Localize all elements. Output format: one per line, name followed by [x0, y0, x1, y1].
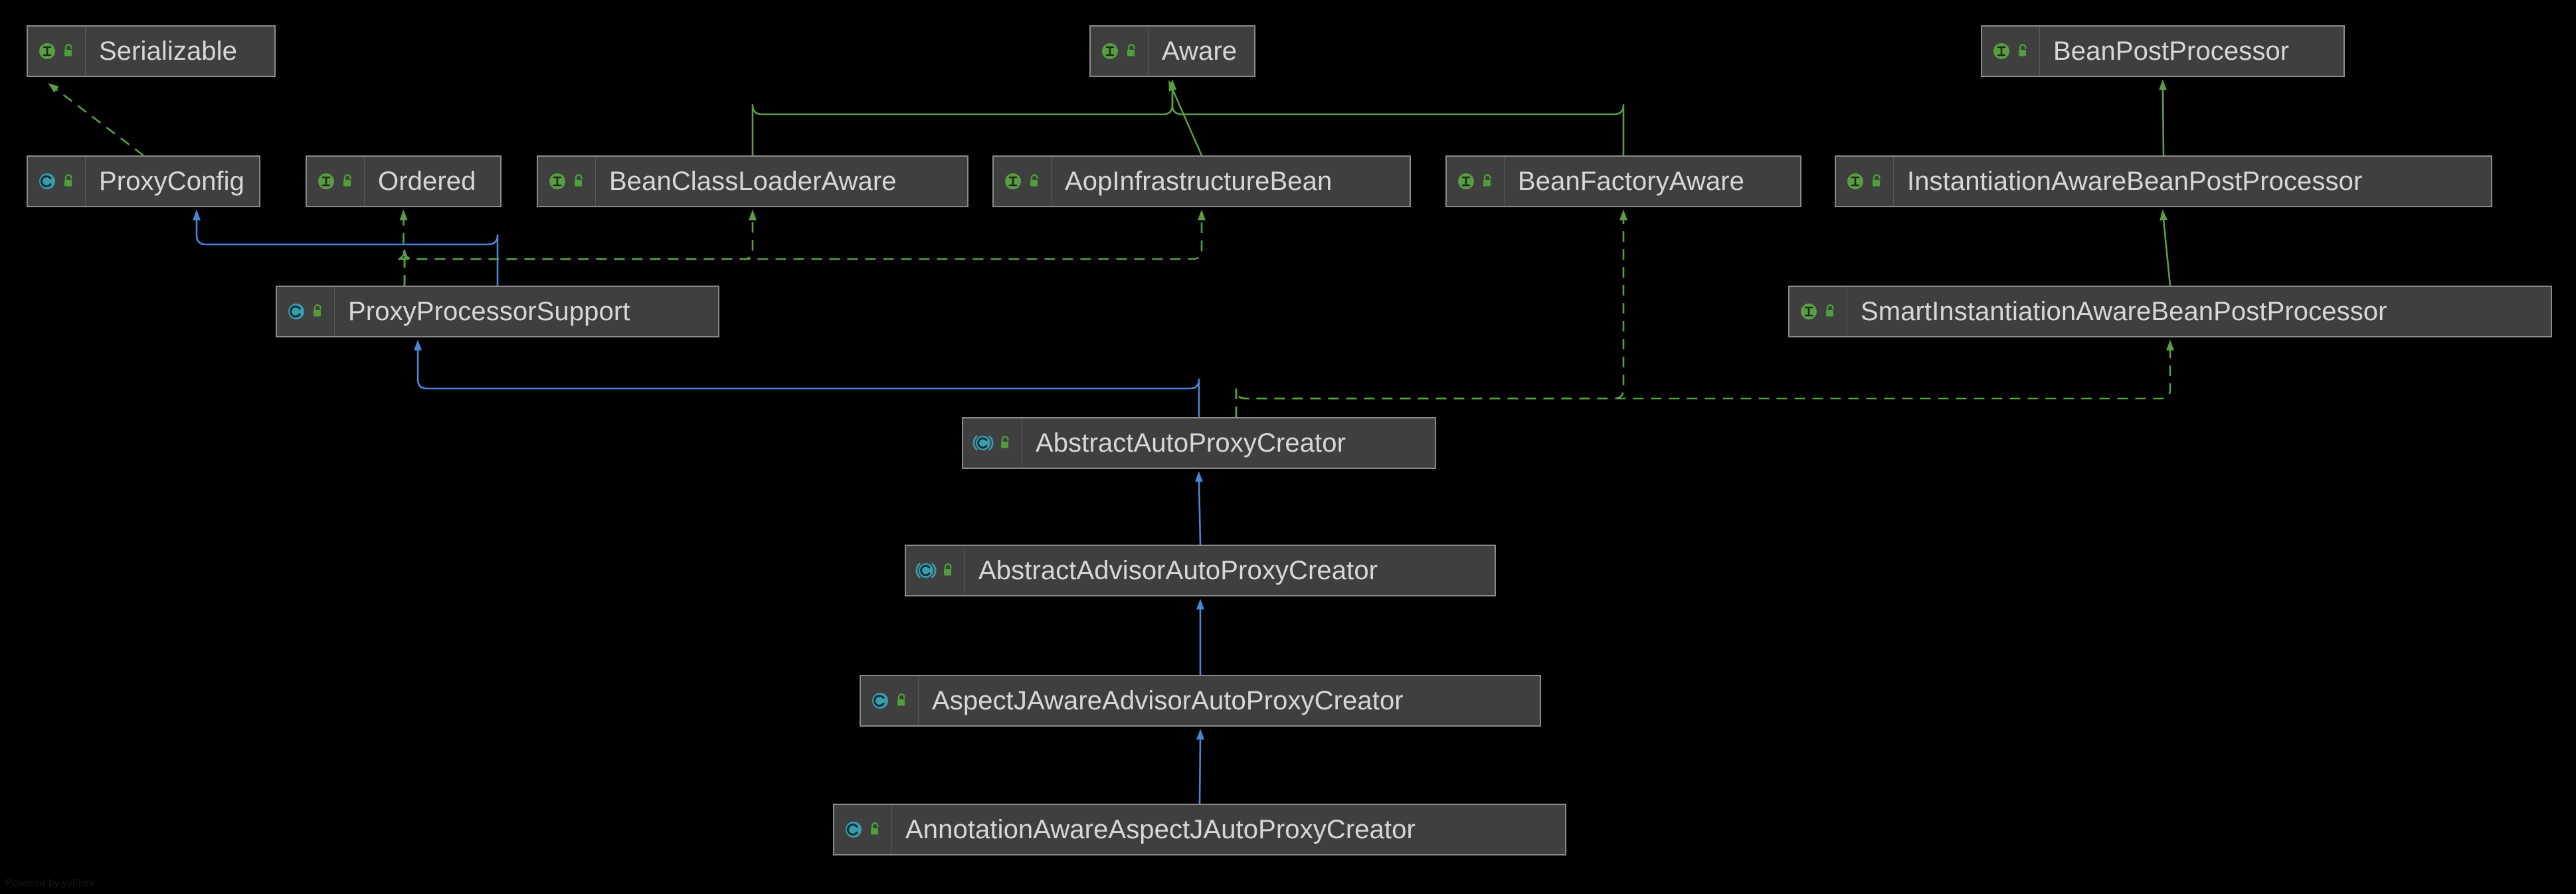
unlocked-padlock-icon [998, 435, 1013, 451]
interface-icon [1845, 171, 1865, 191]
edge-proxyprocessorsupport-implements-aopinfrastructurebean [403, 209, 1206, 286]
class-node-label: BeanFactoryAware [1518, 167, 1745, 196]
class-node-label: ProxyProcessorSupport [348, 297, 630, 326]
edge-abstractadvisor-extends-abstractautoproxycreator [1195, 471, 1204, 545]
class-node-abstractautoproxycreator[interactable]: AbstractAutoProxyCreator [962, 417, 1436, 469]
interface-icon [1991, 41, 2011, 61]
class-node-aspectjawareadvisorautoproxycreator[interactable]: AspectJAwareAdvisorAutoProxyCreator [860, 675, 1541, 727]
interface-icon [316, 171, 336, 191]
unlocked-padlock-icon [62, 173, 76, 189]
class-node-aware[interactable]: Aware [1089, 25, 1255, 77]
interface-icon [1100, 41, 1120, 61]
class-node-serializable[interactable]: Serializable [27, 25, 276, 77]
class-icon [286, 302, 306, 321]
node-icon-group [1982, 27, 2040, 76]
uml-class-diagram-canvas[interactable]: Powered by yyFiles Serializable Aware Bean… [0, 0, 2576, 894]
class-node-label: SmartInstantiationAwareBeanPostProcessor [1861, 297, 2387, 326]
class-node-label: InstantiationAwareBeanPostProcessor [1907, 167, 2363, 196]
edge-beanclassloaderaware-extends-aware [751, 79, 1176, 155]
unlocked-padlock-icon [62, 43, 76, 59]
interface-icon [1799, 302, 1819, 321]
unlocked-padlock-icon [1823, 304, 1838, 319]
class-node-label: AbstractAutoProxyCreator [1036, 428, 1346, 458]
edge-proxyprocessorsupport-implements-beanclassloaderaware [403, 209, 757, 286]
unlocked-padlock-icon [1028, 173, 1042, 189]
edge-beanfactoryaware-extends-aware [1168, 79, 1625, 155]
node-icon-group [277, 287, 335, 336]
class-node-label: AbstractAdvisorAutoProxyCreator [978, 556, 1378, 585]
class-node-label: AspectJAwareAdvisorAutoProxyCreator [932, 686, 1404, 715]
edge-proxyconfig-implements-serializable [48, 83, 144, 157]
edge-abstractautoproxycreator-implements-beanfactoryaware [1235, 209, 1627, 417]
node-icon-group [1447, 157, 1505, 206]
interface-icon [37, 41, 57, 61]
class-node-smartinstantiationawarebpp[interactable]: SmartInstantiationAwareBeanPostProcessor [1788, 286, 2552, 337]
class-node-proxyconfig[interactable]: ProxyConfig [27, 155, 260, 207]
unlocked-padlock-icon [341, 173, 355, 189]
class-node-label: ProxyConfig [99, 167, 244, 196]
class-node-annotationawareaspectjautoproxycreator[interactable]: AnnotationAwareAspectJAutoProxyCreator [833, 804, 1566, 855]
class-node-beanclassloaderaware[interactable]: BeanClassLoaderAware [537, 155, 968, 207]
interface-icon [1003, 171, 1023, 191]
class-node-label: AopInfrastructureBean [1065, 167, 1333, 196]
node-icon-group [28, 157, 86, 206]
node-icon-group [906, 546, 965, 595]
class-node-label: Aware [1162, 37, 1238, 66]
class-node-beanfactoryaware[interactable]: BeanFactoryAware [1445, 155, 1801, 207]
class-node-abstractadvisorautoproxycreator[interactable]: AbstractAdvisorAutoProxyCreator [905, 545, 1496, 596]
edge-aopinfrastructurebean-extends-aware [1168, 80, 1203, 156]
unlocked-padlock-icon [1125, 43, 1139, 59]
edge-abstractautoproxycreator-extends-proxyprocessorsupport [414, 339, 1200, 417]
class-node-label: BeanClassLoaderAware [609, 167, 897, 196]
class-node-proxyprocessorsupport[interactable]: ProxyProcessorSupport [276, 286, 719, 337]
unlocked-padlock-icon [895, 693, 909, 709]
edge-proxyprocessorsupport-implements-ordered [394, 209, 414, 286]
class-icon [37, 171, 57, 191]
class-node-aopinfrastructurebean[interactable]: AopInfrastructureBean [992, 155, 1411, 207]
watermark-label: Powered by yyFiles [5, 877, 94, 889]
node-icon-group [307, 157, 365, 206]
class-node-label: BeanPostProcessor [2053, 37, 2290, 66]
class-node-label: Ordered [378, 167, 476, 196]
abstract-class-icon [972, 433, 994, 453]
edge-smartinstantiationawarebpp-extends-instantiationawarebpp [2160, 209, 2171, 286]
class-node-label: AnnotationAwareAspectJAutoProxyCreator [905, 815, 1416, 844]
unlocked-padlock-icon [572, 173, 587, 189]
interface-icon [547, 171, 567, 191]
edge-abstractautoproxycreator-implements-smartinstantiationawarebpp [1235, 339, 2174, 417]
node-icon-group [28, 27, 86, 76]
unlocked-padlock-icon [1870, 173, 1885, 189]
node-icon-group [1836, 157, 1894, 206]
class-node-instantiationawarebpp[interactable]: InstantiationAwareBeanPostProcessor [1835, 155, 2492, 207]
class-node-ordered[interactable]: Ordered [306, 155, 502, 207]
node-icon-group [861, 676, 919, 725]
edge-proxyprocessorsupport-extends-proxyconfig [193, 209, 499, 286]
node-icon-group [834, 805, 892, 854]
node-icon-group [538, 157, 596, 206]
class-icon [844, 820, 864, 840]
abstract-class-icon [915, 561, 937, 581]
class-node-beanpostprocessor[interactable]: BeanPostProcessor [1981, 25, 2345, 77]
unlocked-padlock-icon [941, 563, 956, 579]
node-icon-group [1790, 287, 1847, 336]
unlocked-padlock-icon [311, 304, 325, 319]
class-icon [870, 691, 890, 711]
node-icon-group [963, 418, 1022, 468]
node-icon-group [1091, 27, 1149, 76]
interface-icon [1456, 171, 1476, 191]
class-node-label: Serializable [99, 37, 237, 66]
unlocked-padlock-icon [868, 822, 883, 838]
node-icon-group [994, 157, 1052, 206]
unlocked-padlock-icon [1481, 173, 1495, 189]
unlocked-padlock-icon [2016, 43, 2031, 59]
